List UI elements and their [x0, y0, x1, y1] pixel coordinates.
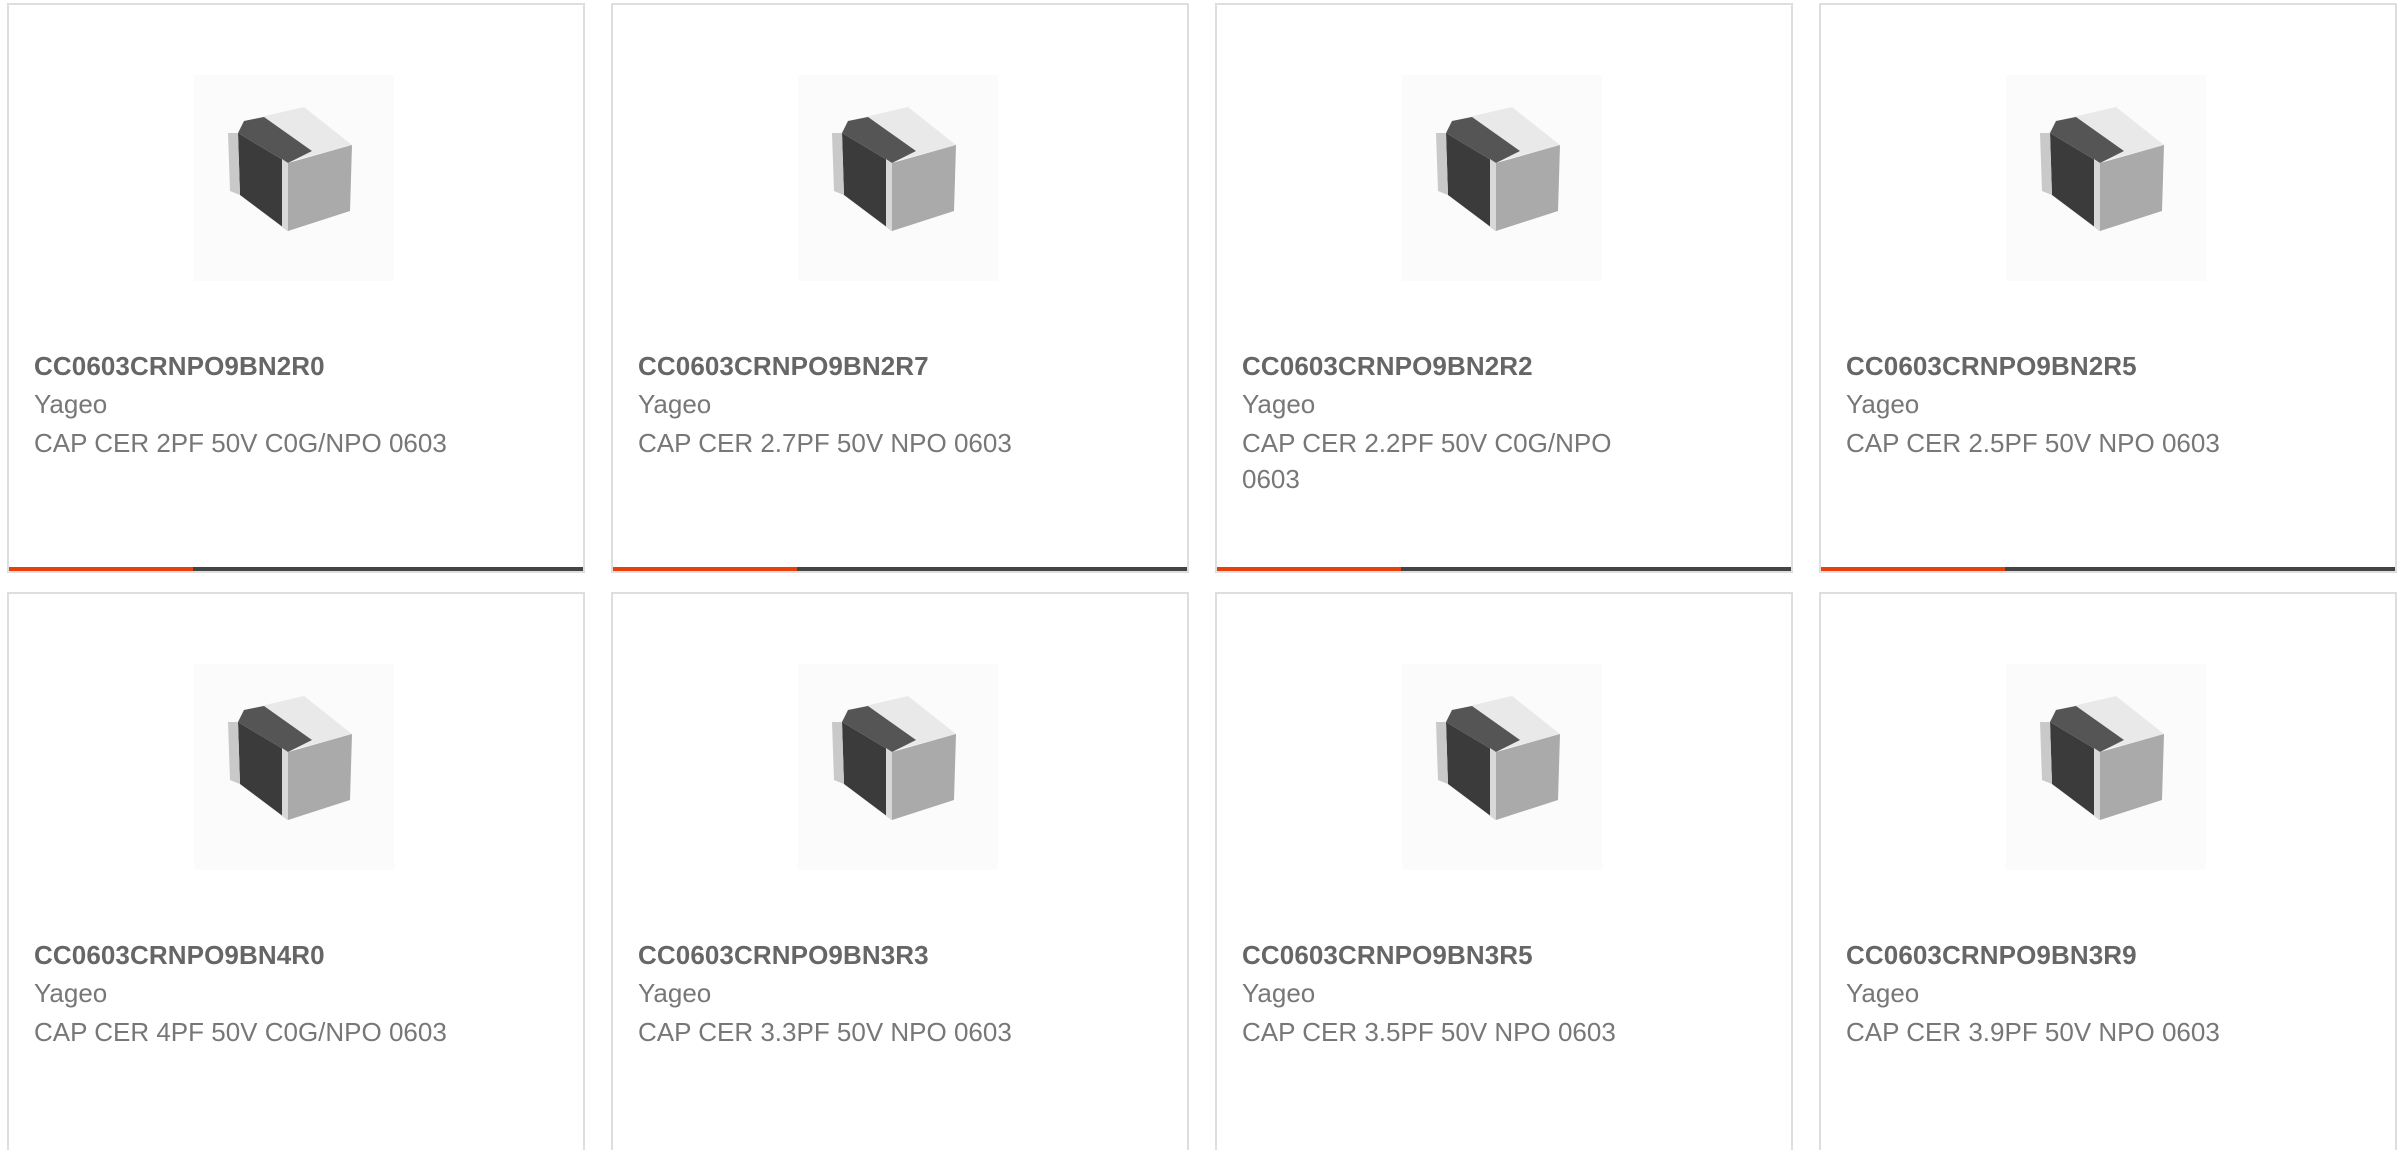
part-number[interactable]: CC0603CRNPO9BN2R7 — [638, 351, 929, 382]
product-card[interactable]: CC0603CRNPO9BN3R3 Yageo CAP CER 3.3PF 50… — [611, 592, 1189, 1150]
product-image[interactable] — [2006, 75, 2206, 281]
product-description: CAP CER 3.3PF 50V NPO 0603 — [638, 1017, 1012, 1047]
progress-bar — [613, 567, 1187, 571]
capacitor-chip-icon — [832, 107, 956, 231]
product-card[interactable]: CC0603CRNPO9BN3R5 Yageo CAP CER 3.5PF 50… — [1215, 592, 1793, 1150]
progress-bar — [9, 567, 583, 571]
manufacturer: Yageo — [34, 978, 108, 1008]
manufacturer: Yageo — [1846, 978, 1920, 1008]
product-image[interactable] — [798, 75, 998, 281]
part-number[interactable]: CC0603CRNPO9BN3R3 — [638, 940, 929, 971]
part-number[interactable]: CC0603CRNPO9BN3R9 — [1846, 940, 2137, 971]
capacitor-chip-icon — [832, 696, 956, 820]
product-image[interactable] — [1402, 664, 1602, 870]
progress-bar — [1217, 567, 1791, 571]
product-card[interactable]: CC0603CRNPO9BN2R5 Yageo CAP CER 2.5PF 50… — [1819, 3, 2397, 573]
product-image[interactable] — [1402, 75, 1602, 281]
manufacturer: Yageo — [34, 389, 108, 419]
progress-fill — [613, 567, 797, 571]
product-card[interactable]: CC0603CRNPO9BN2R7 Yageo CAP CER 2.7PF 50… — [611, 3, 1189, 573]
capacitor-chip-icon — [2040, 696, 2164, 820]
progress-fill — [1217, 567, 1401, 571]
part-number[interactable]: CC0603CRNPO9BN4R0 — [34, 940, 325, 971]
progress-fill — [1821, 567, 2005, 571]
manufacturer: Yageo — [1846, 389, 1920, 419]
product-grid: CC0603CRNPO9BN2R0 Yageo CAP CER 2PF 50V … — [0, 0, 2400, 1150]
product-image[interactable] — [798, 664, 998, 870]
capacitor-chip-icon — [1436, 107, 1560, 231]
product-description: CAP CER 2.5PF 50V NPO 0603 — [1846, 428, 2220, 458]
progress-bar — [1821, 567, 2395, 571]
product-image[interactable] — [194, 664, 394, 870]
product-card[interactable]: CC0603CRNPO9BN4R0 Yageo CAP CER 4PF 50V … — [7, 592, 585, 1150]
manufacturer: Yageo — [638, 389, 712, 419]
part-number[interactable]: CC0603CRNPO9BN3R5 — [1242, 940, 1533, 971]
product-description: CAP CER 2.2PF 50V C0G/NPO 0603 — [1242, 428, 1612, 494]
product-card[interactable]: CC0603CRNPO9BN2R0 Yageo CAP CER 2PF 50V … — [7, 3, 585, 573]
capacitor-chip-icon — [1436, 696, 1560, 820]
product-image[interactable] — [2006, 664, 2206, 870]
capacitor-chip-icon — [228, 107, 352, 231]
capacitor-chip-icon — [2040, 107, 2164, 231]
capacitor-chip-icon — [228, 696, 352, 820]
manufacturer: Yageo — [1242, 978, 1316, 1008]
part-number[interactable]: CC0603CRNPO9BN2R2 — [1242, 351, 1533, 382]
product-description: CAP CER 2PF 50V C0G/NPO 0603 — [34, 428, 447, 458]
product-image[interactable] — [194, 75, 394, 281]
progress-fill — [9, 567, 193, 571]
manufacturer: Yageo — [638, 978, 712, 1008]
product-description: CAP CER 4PF 50V C0G/NPO 0603 — [34, 1017, 447, 1047]
product-card[interactable]: CC0603CRNPO9BN3R9 Yageo CAP CER 3.9PF 50… — [1819, 592, 2397, 1150]
product-description: CAP CER 3.9PF 50V NPO 0603 — [1846, 1017, 2220, 1047]
part-number[interactable]: CC0603CRNPO9BN2R0 — [34, 351, 325, 382]
product-description: CAP CER 3.5PF 50V NPO 0603 — [1242, 1017, 1616, 1047]
product-description: CAP CER 2.7PF 50V NPO 0603 — [638, 428, 1012, 458]
manufacturer: Yageo — [1242, 389, 1316, 419]
product-card[interactable]: CC0603CRNPO9BN2R2 Yageo CAP CER 2.2PF 50… — [1215, 3, 1793, 573]
part-number[interactable]: CC0603CRNPO9BN2R5 — [1846, 351, 2137, 382]
